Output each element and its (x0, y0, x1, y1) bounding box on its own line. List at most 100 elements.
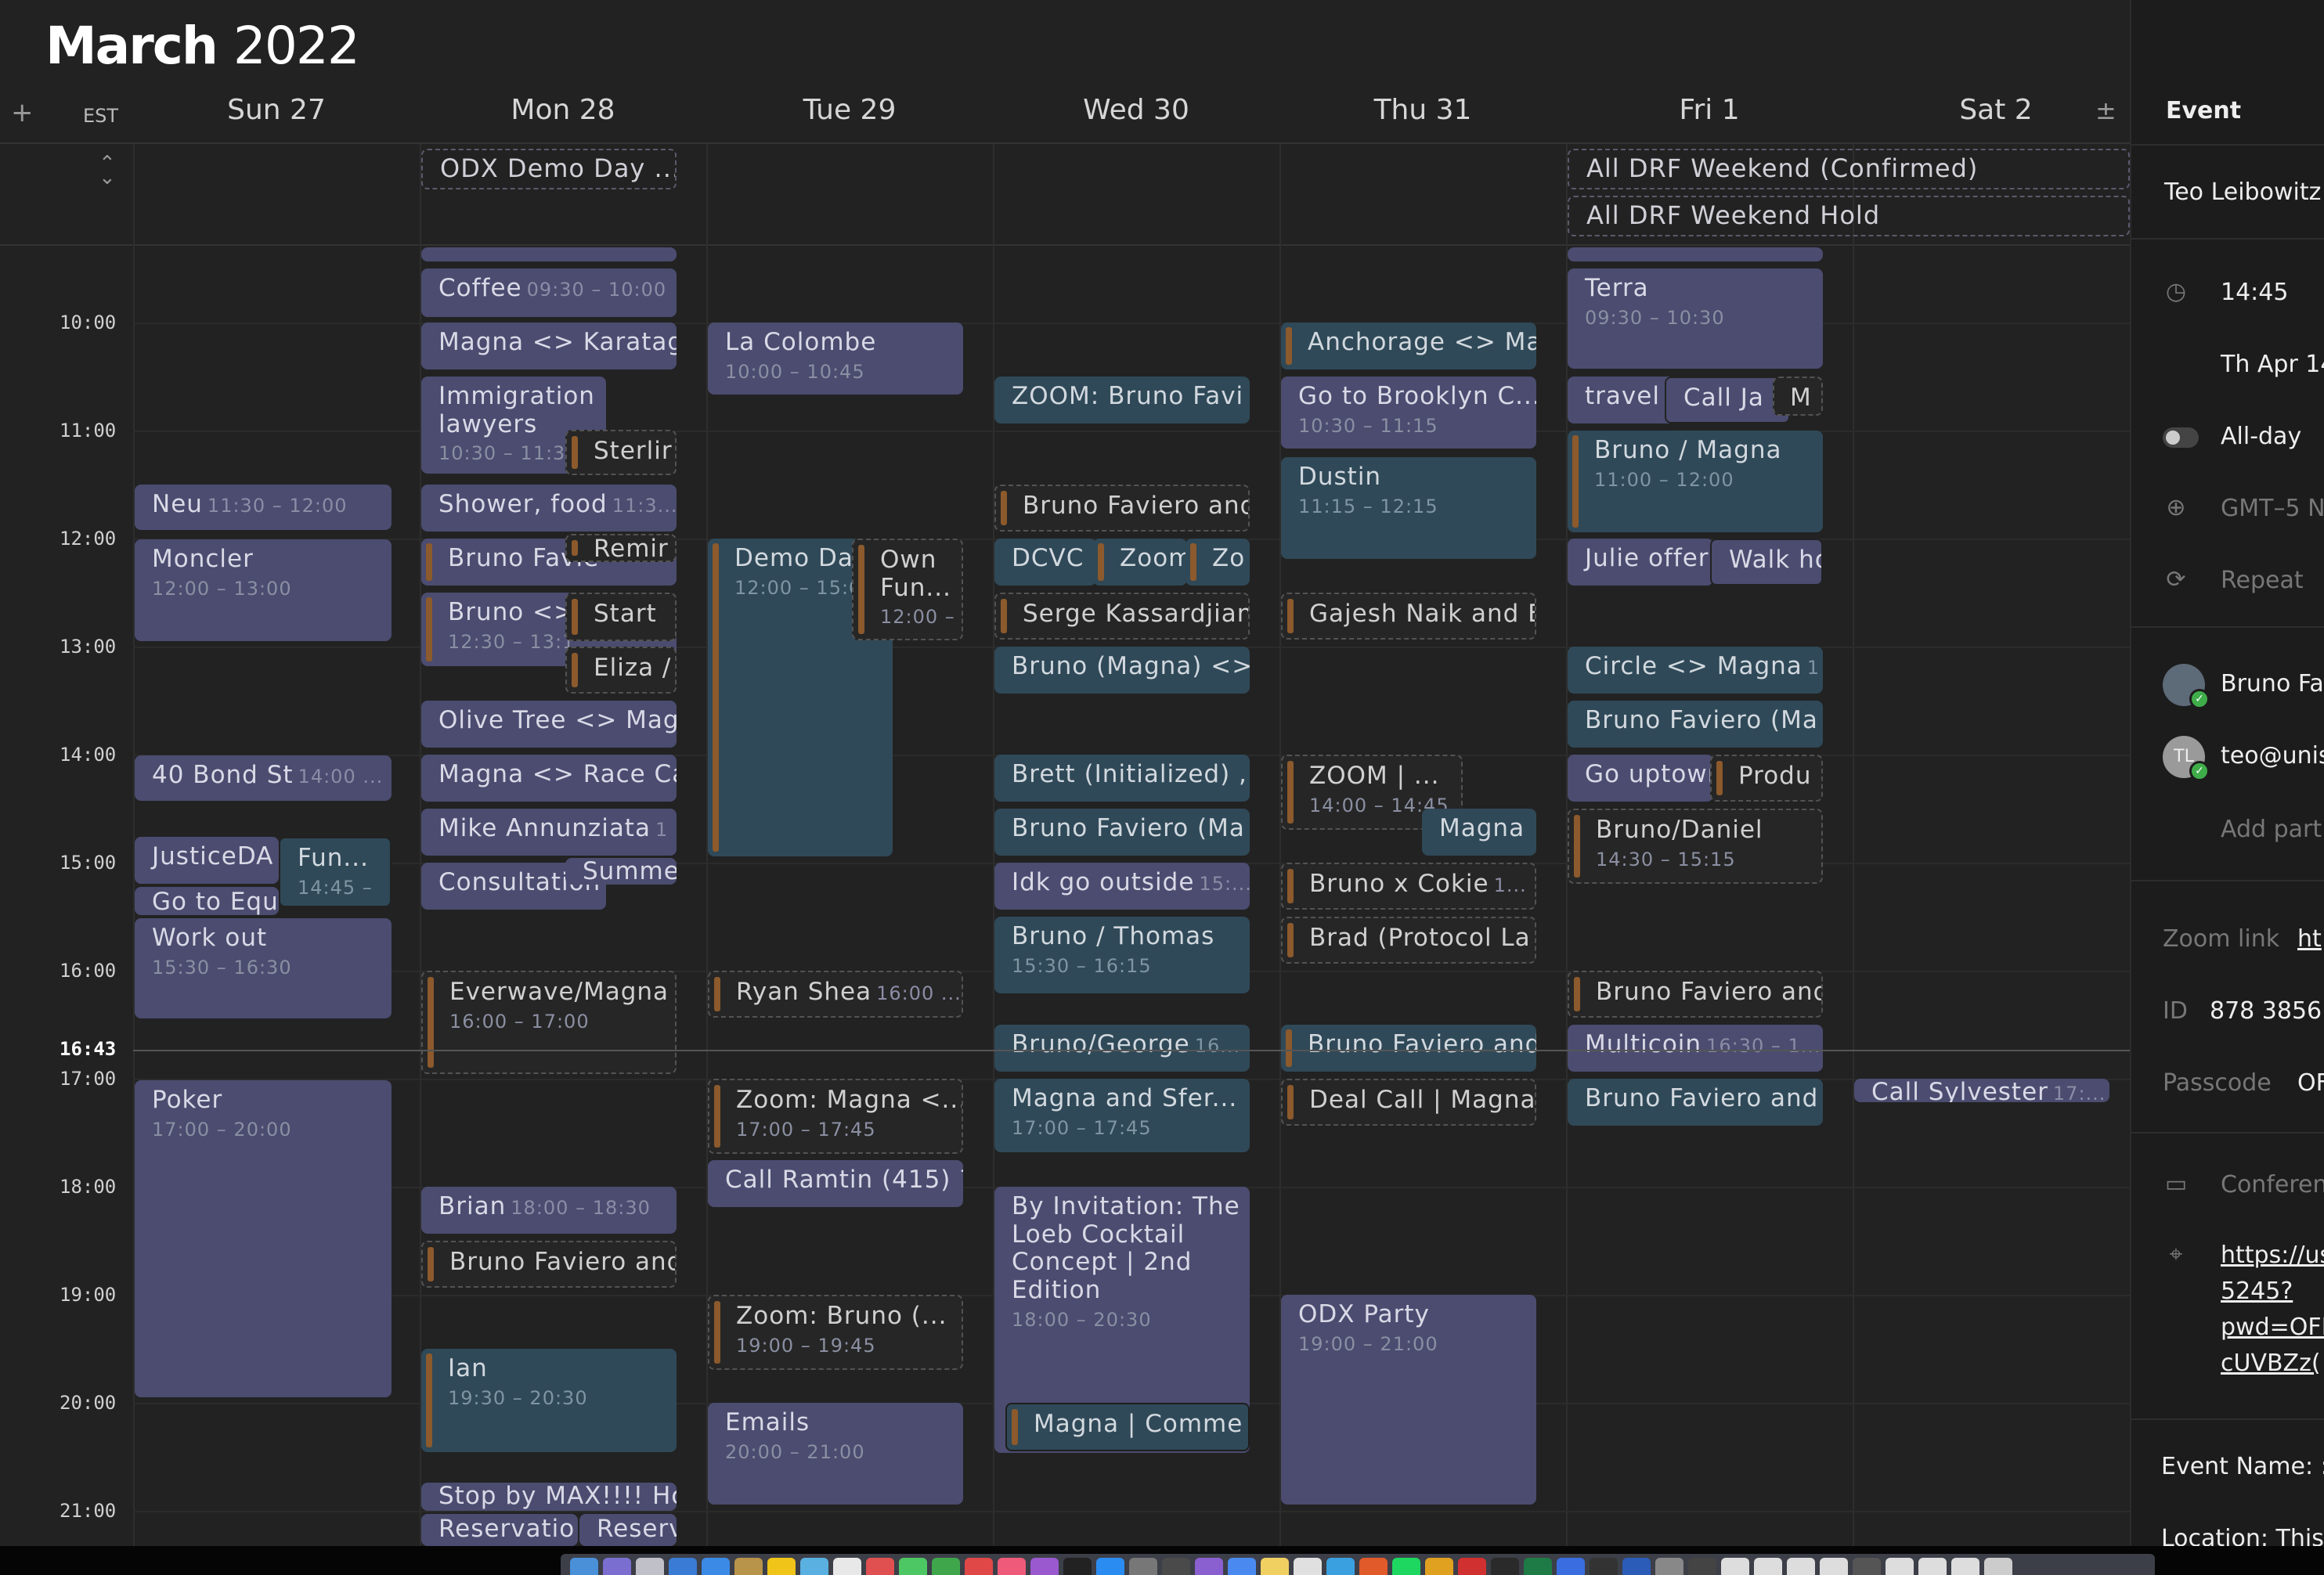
location-link-line[interactable]: 5245? (2221, 1278, 2293, 1305)
document-icon[interactable] (1886, 1558, 1914, 1575)
event-block[interactable] (1568, 247, 1823, 261)
day-header-wed[interactable]: Wed 30 (993, 94, 1279, 126)
event-block[interactable]: Magna <> Race Ca (421, 755, 677, 802)
event-block[interactable]: Work out 15:30 – 16:30 (135, 918, 392, 1018)
timezone-label[interactable]: EST (83, 105, 118, 127)
event-block[interactable]: Eliza / (565, 647, 677, 694)
finder-icon[interactable] (570, 1558, 598, 1575)
event-block[interactable]: JusticeDA (135, 837, 279, 884)
event-block[interactable]: Circle <> Magna 1 (1568, 647, 1823, 694)
event-block[interactable]: Bruno Faviero and (1281, 1025, 1536, 1072)
event-block[interactable]: Go uptowr (1568, 755, 1713, 802)
document-icon[interactable] (1754, 1558, 1782, 1575)
allday-toggle[interactable] (2163, 427, 2199, 448)
event-block[interactable]: Dustin 11:15 – 12:15 (1281, 457, 1536, 559)
event-block[interactable]: Magna | Comme (1005, 1403, 1250, 1451)
event-block[interactable]: Bruno / Magna 11:00 – 12:00 (1568, 431, 1823, 532)
event-block[interactable]: ZOOM: Bruno Favi (994, 377, 1250, 423)
event-block[interactable]: Zo (1185, 539, 1250, 586)
event-block[interactable]: Brad (Protocol La (1281, 917, 1536, 964)
app-icon[interactable] (1162, 1558, 1190, 1575)
event-block[interactable]: Bruno Faviero and (421, 1241, 677, 1288)
attendee-name[interactable]: teo@unis (2221, 742, 2324, 769)
event-block[interactable]: Brett (Initialized) , (994, 755, 1250, 802)
event-block[interactable]: 40 Bond St 14:00 ... (135, 755, 392, 801)
trash-icon[interactable] (1984, 1558, 2012, 1575)
spotify-icon[interactable] (1392, 1558, 1420, 1575)
facetime-icon[interactable] (932, 1558, 960, 1575)
day-header-tue[interactable]: Tue 29 (706, 94, 993, 126)
app-icon[interactable] (1853, 1558, 1881, 1575)
event-block[interactable]: Remir (565, 534, 677, 562)
event-block[interactable]: Neu 11:30 – 12:00 (135, 485, 392, 530)
event-block[interactable]: Bruno/George 16... (994, 1025, 1250, 1072)
event-block[interactable]: Bruno / Thomas 15:30 – 16:15 (994, 917, 1250, 993)
event-block[interactable]: Bruno Faviero (Ma (1568, 701, 1823, 748)
timezone-value[interactable]: GMT–5 N (2221, 495, 2324, 522)
day-header-sat[interactable]: Sat 2 (1853, 94, 2130, 126)
event-block[interactable]: Own Fun... 12:00 – (852, 539, 963, 640)
event-block[interactable]: Everwave/Magna 16:00 – 17:00 (421, 971, 677, 1074)
mail-icon[interactable] (702, 1558, 730, 1575)
day-header-sun[interactable]: Sun 27 (133, 94, 420, 126)
slack-icon[interactable] (1294, 1558, 1322, 1575)
app-icon[interactable] (965, 1558, 993, 1575)
event-block[interactable]: Brian 18:00 – 18:30 (421, 1187, 677, 1234)
event-block[interactable]: Call Ja (1665, 377, 1790, 423)
notes-icon[interactable] (767, 1558, 796, 1575)
event-block[interactable]: Magna <> Karatag (421, 323, 677, 369)
app-icon[interactable] (1557, 1558, 1585, 1575)
event-block[interactable]: Serge Kassardjian (994, 593, 1250, 640)
app-icon[interactable] (603, 1558, 631, 1575)
event-block[interactable]: Olive Tree <> Mag (421, 701, 677, 748)
attendee-name[interactable]: Bruno Fa (2221, 670, 2324, 697)
event-block[interactable]: M (1773, 377, 1823, 416)
app-icon[interactable] (1261, 1558, 1289, 1575)
event-block[interactable]: Summe (565, 858, 677, 885)
tv-icon[interactable] (1063, 1558, 1092, 1575)
app-icon[interactable] (1359, 1558, 1388, 1575)
app-icon[interactable] (866, 1558, 894, 1575)
document-icon[interactable] (1721, 1558, 1749, 1575)
day-header-thu[interactable]: Thu 31 (1279, 94, 1566, 126)
event-block[interactable]: Ian 19:30 – 20:30 (421, 1349, 677, 1452)
event-block[interactable]: Gajesh Naik and E (1281, 593, 1536, 640)
event-date[interactable]: Th Apr 14 (2221, 351, 2324, 378)
event-block[interactable]: Zoom: Magna <... 17:00 – 17:45 (708, 1079, 963, 1154)
allday-event[interactable]: All DRF Weekend Hold (1568, 196, 2130, 236)
app-icon[interactable] (1425, 1558, 1453, 1575)
event-block[interactable]: Bruno/Daniel 14:30 – 15:15 (1568, 809, 1823, 884)
calendar-icon[interactable] (833, 1558, 861, 1575)
event-block[interactable]: Julie offer (1568, 539, 1713, 586)
telegram-icon[interactable] (1326, 1558, 1355, 1575)
event-block[interactable]: Ryan Shea 16:00 ... (708, 971, 963, 1018)
zoom-link[interactable]: ht (2297, 925, 2322, 953)
day-header-mon[interactable]: Mon 28 (420, 94, 706, 126)
location-link-line[interactable]: pwd=OFI (2221, 1314, 2324, 1341)
word-icon[interactable] (1622, 1558, 1651, 1575)
event-block[interactable]: Deal Call | Magna (1281, 1079, 1536, 1126)
safari-icon[interactable] (669, 1558, 697, 1575)
app-icon[interactable] (1195, 1558, 1223, 1575)
location-link-line[interactable]: cUVBZz( (2221, 1350, 2321, 1377)
collapse-allday-icon[interactable]: ⌃ ⌄ (99, 153, 116, 188)
document-icon[interactable] (1918, 1558, 1947, 1575)
chrome-icon[interactable] (1228, 1558, 1256, 1575)
event-block[interactable]: Call Sylvester 17:... (1854, 1079, 2109, 1102)
music-icon[interactable] (998, 1558, 1026, 1575)
settings-icon[interactable] (1129, 1558, 1157, 1575)
event-block[interactable]: Bruno x Cokie 1... (1281, 863, 1536, 910)
event-block[interactable]: Stop by MAX!!!! Hc (421, 1483, 677, 1511)
event-block[interactable]: Moncler 12:00 – 13:00 (135, 539, 392, 641)
event-block[interactable]: Walk ho (1710, 539, 1823, 586)
event-block[interactable]: Coffee 09:30 – 10:00 (421, 269, 677, 317)
event-block[interactable]: Idk go outside 15:... (994, 863, 1250, 910)
event-start-time[interactable]: 14:45 (2221, 279, 2288, 306)
add-event-icon[interactable]: + (11, 97, 34, 128)
event-block[interactable]: Start (565, 593, 677, 641)
description-event-name[interactable]: Event Name: : (2161, 1453, 2324, 1480)
event-block[interactable]: Shower, food 11:3... (421, 485, 677, 532)
event-block[interactable]: Multicoin 16:30 – 1... (1568, 1025, 1823, 1072)
event-block[interactable]: Sterlir (565, 430, 677, 475)
event-block[interactable]: Zoom: Bruno (... 19:00 – 19:45 (708, 1295, 963, 1370)
